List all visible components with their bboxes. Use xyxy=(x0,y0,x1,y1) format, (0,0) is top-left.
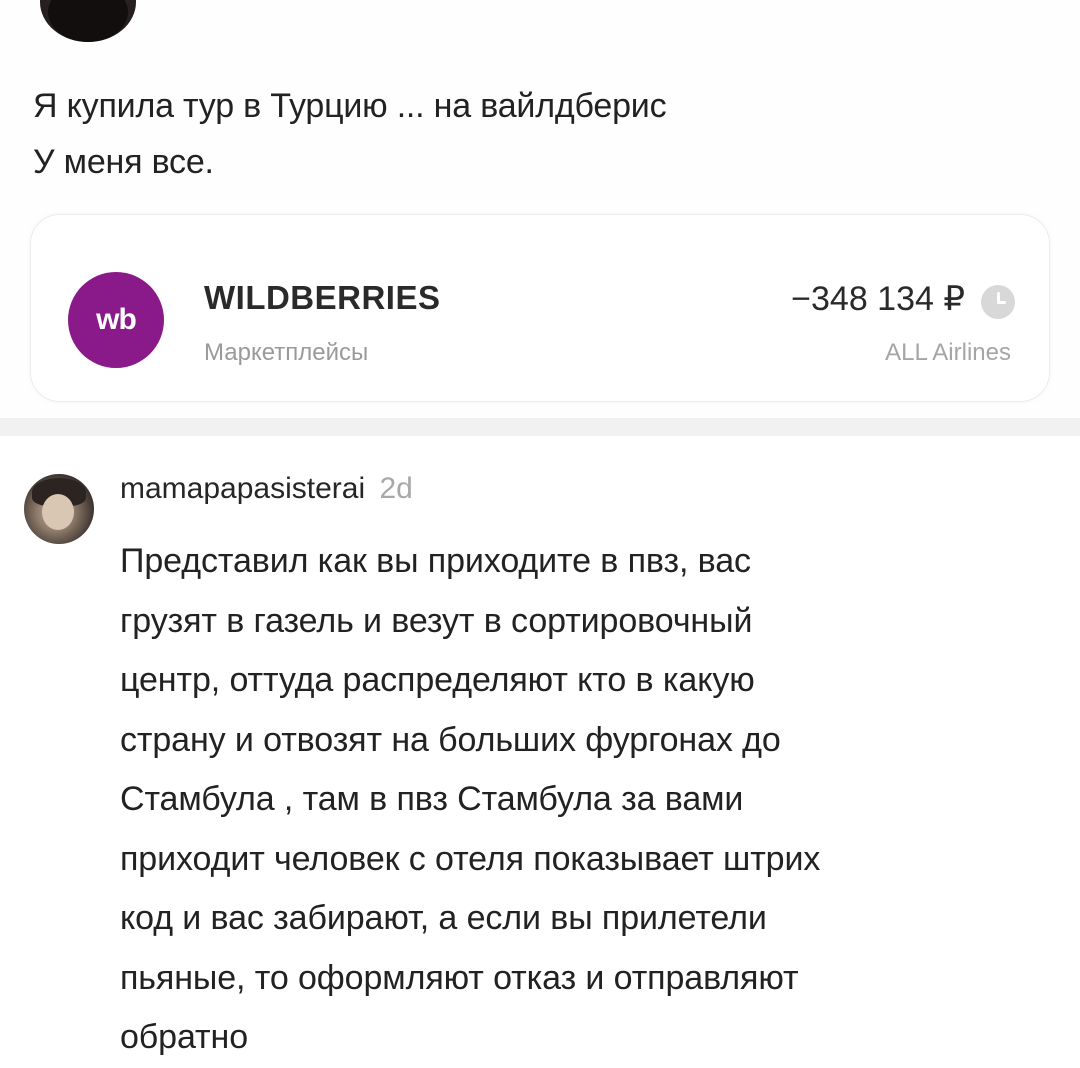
comment-text: Представил как вы приходите в пвз, вас г… xyxy=(120,532,1020,1068)
comment-text-line: Стамбула , там в пвз Стамбула за вами xyxy=(120,780,744,818)
transaction-amount: −348 134 ₽ xyxy=(791,280,965,318)
transaction-merchant: WILDBERRIES xyxy=(204,279,441,316)
avatar-hair xyxy=(48,0,128,42)
comment: mamapapasisterai 2d Представил как вы пр… xyxy=(0,436,1080,1068)
comment-text-line: обратно xyxy=(120,1018,249,1056)
comment-text-line: пьяные, то оформляют отказ и отправляют xyxy=(120,958,799,997)
comment-time: 2d xyxy=(379,472,413,505)
comment-text-line: страну и отвозят на больших фургонах до xyxy=(120,720,781,759)
post: Я купила тур в Турцию ... на вайлдберис … xyxy=(0,0,1080,418)
comment-header: mamapapasisterai 2d xyxy=(120,472,413,506)
post-text-line: У меня все. xyxy=(33,143,214,181)
comment-text-line: центр, оттуда распределяют кто в какую xyxy=(120,661,755,699)
transaction-card[interactable]: wb WILDBERRIES Маркетплейсы −348 134 ₽ A… xyxy=(30,214,1050,402)
comment-text-line: код и вас забирают, а если вы прилетели xyxy=(120,899,767,937)
clock-icon xyxy=(981,285,1015,319)
transaction-note: ALL Airlines xyxy=(885,339,1011,366)
post-text: Я купила тур в Турцию ... на вайлдберис … xyxy=(33,78,667,190)
post-text-line: Я купила тур в Турцию ... на вайлдберис xyxy=(33,87,667,125)
commenter-avatar[interactable] xyxy=(24,474,94,544)
divider xyxy=(0,418,1080,436)
comment-username[interactable]: mamapapasisterai xyxy=(120,472,365,505)
comment-text-line: Представил как вы приходите в пвз, вас xyxy=(120,542,751,580)
avatar-face xyxy=(42,494,74,530)
comment-text-line: приходит человек с отеля показывает штри… xyxy=(120,839,821,878)
transaction-category: Маркетплейсы xyxy=(204,339,369,366)
wildberries-logo-icon: wb xyxy=(68,272,164,368)
comment-text-line: грузят в газель и везут в сортировочный xyxy=(120,601,753,640)
post-author-avatar[interactable] xyxy=(40,0,136,42)
